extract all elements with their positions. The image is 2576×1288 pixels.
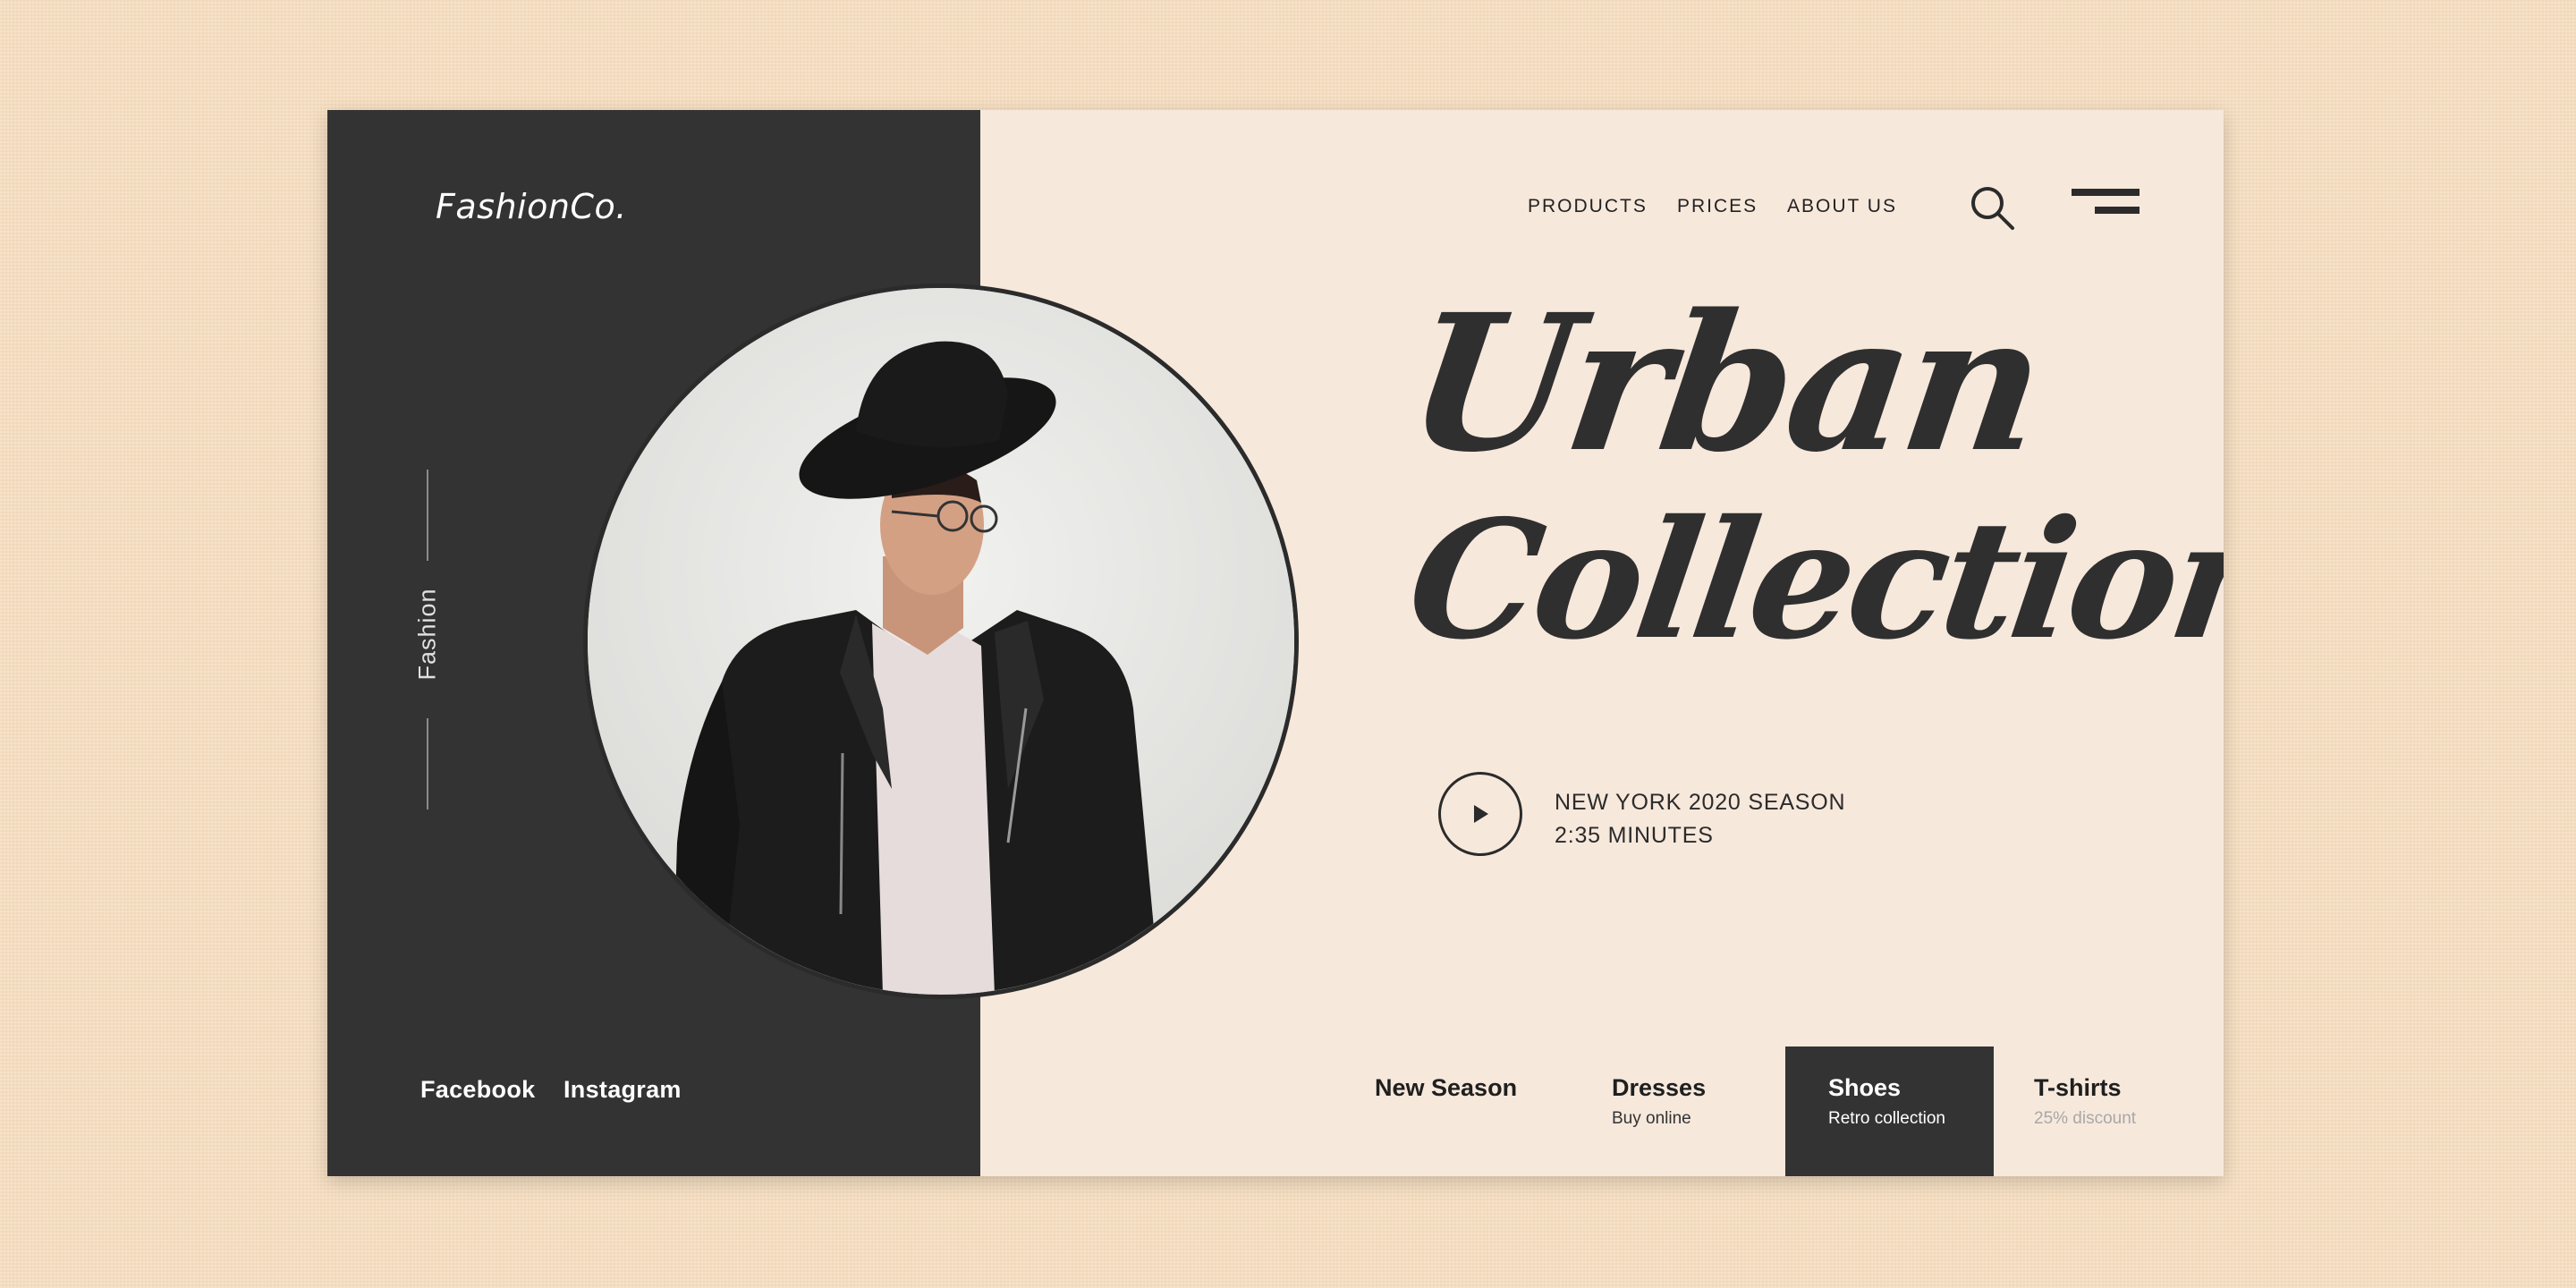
category-dresses[interactable]: Dresses Buy online (1612, 1046, 1706, 1176)
divider-line (427, 718, 428, 809)
divider-line (427, 470, 428, 561)
model-illustration (588, 288, 1294, 995)
video-title: NEW YORK 2020 SEASON (1555, 790, 1846, 815)
play-button[interactable] (1438, 772, 1522, 856)
hero-photo (583, 284, 1299, 999)
landing-page: FashionCo. Fashion PRODUCTS PRICES ABOUT… (327, 110, 2224, 1176)
category-subtitle: Retro collection (1828, 1109, 1945, 1128)
nav-products[interactable]: PRODUCTS (1528, 196, 1648, 217)
category-new-season[interactable]: New Season (1375, 1046, 1517, 1176)
instagram-link[interactable]: Instagram (564, 1076, 682, 1104)
search-icon[interactable] (1968, 183, 2018, 233)
brand-logo[interactable]: FashionCo. (436, 187, 627, 226)
vertical-section-label: Fashion (413, 588, 441, 681)
video-info: NEW YORK 2020 SEASON 2:35 MINUTES (1555, 786, 1845, 852)
category-t-shirts[interactable]: T-shirts 25% discount (2034, 1046, 2136, 1176)
category-subtitle: Buy online (1612, 1109, 1691, 1128)
hero-headline: Urban Collection (1396, 273, 2224, 863)
nav-prices[interactable]: PRICES (1677, 196, 1758, 217)
menu-icon[interactable] (2072, 187, 2140, 223)
play-icon (1474, 805, 1488, 823)
category-title: Dresses (1612, 1074, 1707, 1101)
category-title: New Season (1375, 1074, 1518, 1101)
headline-line-2: Collection (1397, 484, 2224, 675)
facebook-link[interactable]: Facebook (420, 1076, 535, 1104)
category-title: T-shirts (2034, 1074, 2122, 1101)
nav-about-us[interactable]: ABOUT US (1787, 196, 1897, 217)
category-title: Shoes (1828, 1074, 1902, 1101)
video-duration: 2:35 MINUTES (1555, 823, 1714, 848)
category-subtitle: 25% discount (2034, 1109, 2137, 1128)
category-shoes[interactable]: Shoes Retro collection (1785, 1046, 1994, 1176)
headline-line-1: Urban (1395, 273, 2053, 494)
